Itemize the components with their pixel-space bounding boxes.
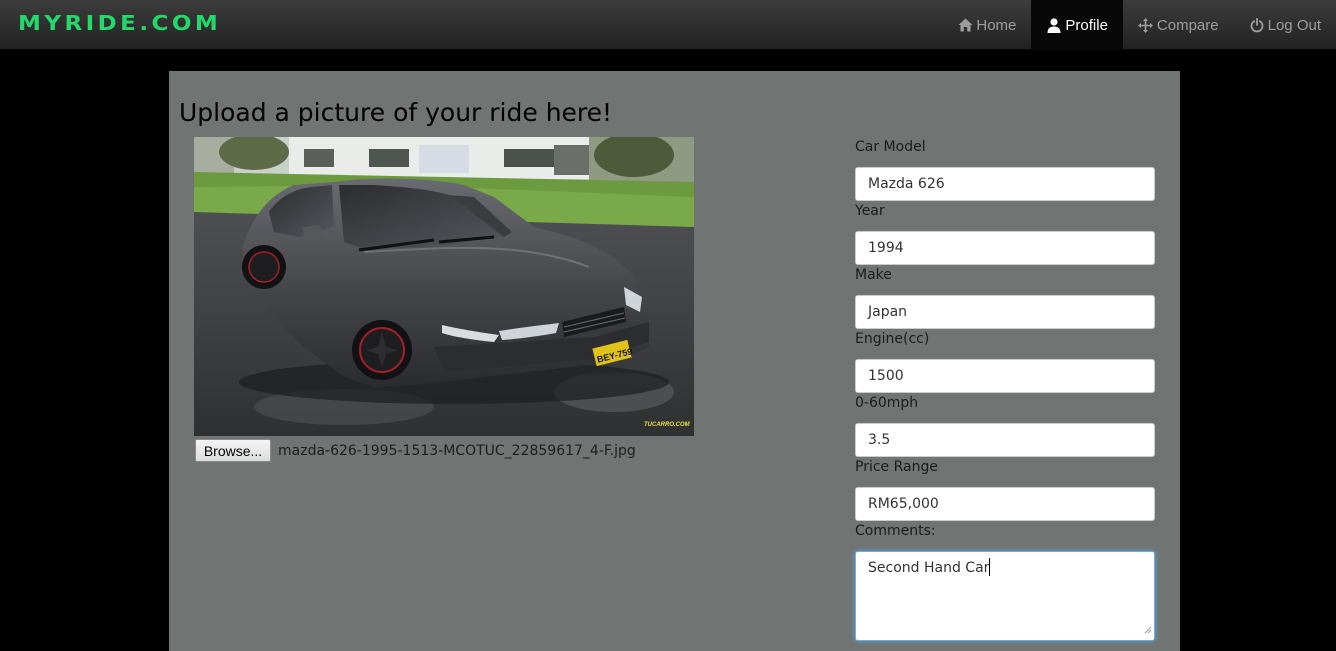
comments-text: Second Hand Car bbox=[868, 560, 990, 576]
field-acceleration: 0-60mph 3.5 bbox=[855, 393, 1155, 457]
year-input[interactable]: 1994 bbox=[855, 231, 1155, 265]
field-car-model: Car Model Mazda 626 bbox=[855, 137, 1155, 201]
nav-home[interactable]: Home bbox=[942, 0, 1031, 50]
price-range-label: Price Range bbox=[855, 459, 938, 475]
page-title: Upload a picture of your ride here! bbox=[179, 98, 613, 127]
text-caret bbox=[989, 558, 991, 576]
comments-label: Comments: bbox=[855, 523, 936, 539]
field-price-range: Price Range RM65,000 bbox=[855, 457, 1155, 521]
field-engine: Engine(cc) 1500 bbox=[855, 329, 1155, 393]
engine-input[interactable]: 1500 bbox=[855, 359, 1155, 393]
acceleration-input[interactable]: 3.5 bbox=[855, 423, 1155, 457]
move-icon bbox=[1138, 17, 1154, 33]
comments-textarea[interactable]: Second Hand Car bbox=[855, 551, 1155, 641]
nav-home-label: Home bbox=[976, 16, 1017, 34]
car-details-form: Car Model Mazda 626 Year 1994 Make Japan… bbox=[855, 137, 1155, 641]
field-year: Year 1994 bbox=[855, 201, 1155, 265]
brand-logo[interactable]: MYRIDE.COM bbox=[18, 10, 221, 36]
nav-profile-label: Profile bbox=[1065, 16, 1108, 34]
nav-logout-label: Log Out bbox=[1267, 16, 1321, 34]
user-icon bbox=[1046, 17, 1062, 33]
car-photo: BEY-759 TUCARRO.COM bbox=[194, 137, 694, 436]
main-nav: Home Profile Compare Log Out bbox=[942, 0, 1336, 50]
nav-compare[interactable]: Compare bbox=[1123, 0, 1234, 50]
nav-profile[interactable]: Profile bbox=[1031, 0, 1123, 50]
top-navbar: MYRIDE.COM Home Profile Compare Log Out bbox=[0, 0, 1336, 50]
resize-grip-icon[interactable] bbox=[1144, 622, 1152, 638]
field-comments: Comments: Second Hand Car bbox=[855, 521, 1155, 641]
power-icon bbox=[1249, 17, 1265, 33]
selected-filename: mazda-626-1995-1513-MCOTUC_22859617_4-F.… bbox=[278, 443, 636, 459]
engine-label: Engine(cc) bbox=[855, 331, 930, 347]
car-model-input[interactable]: Mazda 626 bbox=[855, 167, 1155, 201]
field-make: Make Japan bbox=[855, 265, 1155, 329]
photo-watermark: TUCARRO.COM bbox=[644, 422, 691, 428]
upload-panel: Upload a picture of your ride here! BEY-… bbox=[169, 71, 1180, 651]
year-label: Year bbox=[855, 203, 885, 219]
nav-compare-label: Compare bbox=[1156, 16, 1219, 34]
make-input[interactable]: Japan bbox=[855, 295, 1155, 329]
nav-logout[interactable]: Log Out bbox=[1234, 0, 1336, 50]
car-model-label: Car Model bbox=[855, 139, 926, 155]
browse-button[interactable]: Browse... bbox=[195, 439, 271, 462]
make-label: Make bbox=[855, 267, 892, 283]
acceleration-label: 0-60mph bbox=[855, 395, 919, 411]
price-range-input[interactable]: RM65,000 bbox=[855, 487, 1155, 521]
home-icon bbox=[957, 17, 973, 33]
